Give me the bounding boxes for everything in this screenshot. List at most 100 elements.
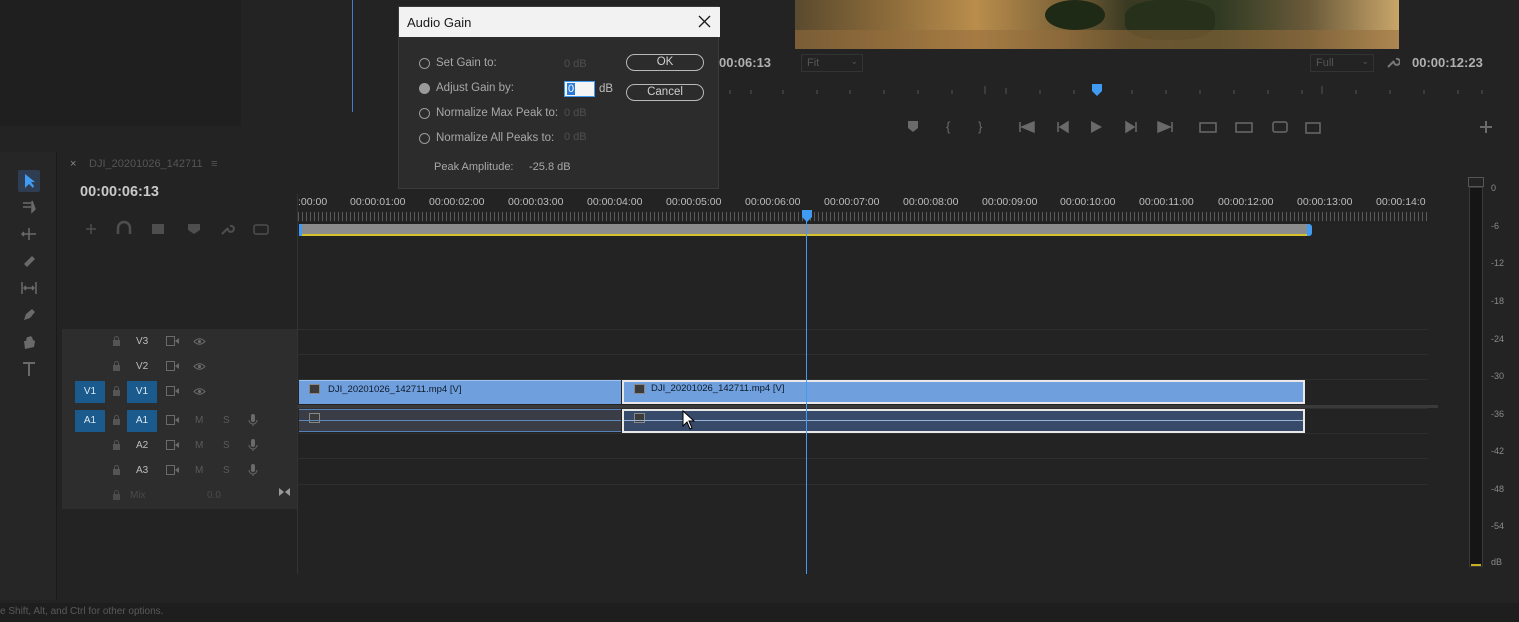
add-marker-icon[interactable] bbox=[187, 220, 201, 238]
sync-lock-icon[interactable] bbox=[166, 336, 179, 346]
video-audio-divider[interactable] bbox=[298, 405, 1438, 408]
ruler-label: 00:00:02:00 bbox=[429, 196, 485, 208]
lock-icon[interactable] bbox=[112, 465, 121, 475]
add-button[interactable] bbox=[1478, 117, 1494, 137]
adjust-gain-input[interactable]: 0 bbox=[564, 81, 595, 97]
lock-icon[interactable] bbox=[112, 440, 121, 450]
timeline-left-border bbox=[297, 194, 298, 574]
solo-button[interactable]: S bbox=[223, 415, 230, 426]
track-select-tool-icon[interactable] bbox=[20, 198, 38, 216]
adjust-gain-label: Adjust Gain by: bbox=[436, 82, 514, 94]
close-icon[interactable] bbox=[698, 15, 711, 28]
normalize-all-peaks-value[interactable]: 0 dB bbox=[564, 131, 587, 143]
quality-dropdown[interactable]: Full ⌄ bbox=[1310, 54, 1374, 72]
type-tool-icon[interactable] bbox=[20, 360, 38, 378]
audio-meter-panel bbox=[1457, 152, 1519, 600]
source-patch-v1[interactable]: V1 bbox=[75, 381, 105, 403]
solo-button[interactable]: S bbox=[223, 465, 230, 476]
mix-value[interactable]: 0.0 bbox=[207, 490, 221, 501]
timeline-current-time[interactable]: 00:00:06:13 bbox=[80, 184, 159, 200]
lock-icon[interactable] bbox=[112, 386, 121, 396]
program-playhead-icon[interactable] bbox=[1091, 83, 1103, 97]
eye-icon[interactable] bbox=[193, 362, 206, 371]
mute-button[interactable]: M bbox=[195, 465, 203, 476]
work-area-in-handle[interactable] bbox=[299, 224, 302, 236]
fit-dropdown[interactable]: Fit ⌄ bbox=[801, 54, 863, 72]
chevron-down-icon: ⌄ bbox=[1361, 56, 1369, 66]
sync-lock-icon[interactable] bbox=[166, 361, 179, 371]
cancel-button[interactable]: Cancel bbox=[626, 84, 704, 101]
meter-label: 0 bbox=[1491, 183, 1497, 193]
razor-tool-icon[interactable] bbox=[20, 252, 38, 270]
track-target-v1[interactable]: V1 bbox=[127, 381, 157, 403]
mark-in-button[interactable] bbox=[945, 117, 961, 137]
audio-clip[interactable] bbox=[299, 409, 621, 432]
adjust-gain-unit: dB bbox=[599, 83, 614, 95]
timeline-playhead-icon[interactable] bbox=[801, 209, 813, 223]
microphone-icon[interactable] bbox=[248, 438, 258, 452]
track-row-a3 bbox=[298, 458, 1428, 485]
volume-line bbox=[299, 420, 621, 421]
pen-tool-icon[interactable] bbox=[20, 306, 38, 324]
set-gain-radio[interactable] bbox=[419, 58, 430, 69]
lock-icon[interactable] bbox=[112, 336, 121, 346]
work-area-bar[interactable] bbox=[300, 224, 1308, 236]
fx-badge-icon bbox=[634, 384, 645, 394]
mute-button[interactable]: M bbox=[195, 415, 203, 426]
video-clip[interactable]: DJI_20201026_142711.mp4 [V] bbox=[299, 380, 621, 404]
status-bar bbox=[0, 603, 1519, 622]
lock-icon[interactable] bbox=[112, 415, 121, 425]
meter-label: dB bbox=[1491, 557, 1503, 567]
wrench-icon[interactable] bbox=[221, 220, 235, 238]
go-to-end-icon[interactable] bbox=[278, 487, 291, 497]
fx-badge-icon bbox=[309, 384, 320, 394]
meter-label: -48 bbox=[1491, 484, 1505, 494]
ripple-edit-tool-icon[interactable] bbox=[20, 225, 38, 243]
microphone-icon[interactable] bbox=[248, 413, 258, 427]
eye-icon[interactable] bbox=[193, 387, 206, 396]
timeline-close-icon[interactable]: × bbox=[70, 158, 76, 170]
play-button[interactable] bbox=[1088, 117, 1104, 137]
timeline-ruler[interactable]: :00:00 00:00:01:00 00:00:02:00 00:00:03:… bbox=[298, 194, 1428, 240]
program-scrubber[interactable] bbox=[720, 82, 1490, 100]
mute-button[interactable]: M bbox=[195, 440, 203, 451]
lock-icon[interactable] bbox=[112, 490, 121, 500]
wrench-icon[interactable] bbox=[1386, 55, 1400, 69]
set-gain-value[interactable]: 0 dB bbox=[564, 58, 587, 70]
track-label-a3: A3 bbox=[136, 465, 149, 476]
meter-label: -18 bbox=[1491, 296, 1505, 306]
source-patch-a1[interactable]: A1 bbox=[75, 410, 105, 432]
sync-lock-icon[interactable] bbox=[166, 415, 179, 425]
hand-tool-icon[interactable] bbox=[20, 333, 38, 351]
sync-lock-icon[interactable] bbox=[166, 465, 179, 475]
track-label-v3: V3 bbox=[136, 336, 149, 347]
normalize-max-peak-radio[interactable] bbox=[419, 108, 430, 119]
track-target-a1[interactable]: A1 bbox=[127, 410, 157, 432]
timeline-sequence-tab[interactable]: DJI_20201026_142711 bbox=[89, 158, 203, 170]
solo-button[interactable]: S bbox=[223, 440, 230, 451]
audio-clip-selected[interactable] bbox=[622, 409, 1305, 433]
volume-line bbox=[624, 420, 1303, 421]
normalize-all-peaks-radio[interactable] bbox=[419, 133, 430, 144]
selection-tool-icon[interactable] bbox=[18, 170, 40, 192]
slip-tool-icon[interactable] bbox=[20, 279, 38, 297]
ok-button[interactable]: OK bbox=[626, 54, 704, 71]
sync-lock-icon[interactable] bbox=[166, 440, 179, 450]
work-area-out-handle[interactable] bbox=[1307, 224, 1312, 236]
program-monitor-video-frame bbox=[795, 0, 1399, 49]
snap-icon[interactable] bbox=[116, 220, 132, 238]
track-label-v2: V2 bbox=[136, 361, 149, 372]
video-clip-label: DJI_20201026_142711.mp4 [V] bbox=[328, 384, 462, 395]
audio-meter-solo-buttons[interactable] bbox=[1468, 177, 1484, 187]
panel-menu-icon[interactable]: ≡ bbox=[211, 158, 217, 170]
microphone-icon[interactable] bbox=[248, 463, 258, 477]
ruler-label: 00:00:05:00 bbox=[666, 196, 722, 208]
normalize-max-peak-value[interactable]: 0 dB bbox=[564, 107, 587, 119]
sync-lock-icon[interactable] bbox=[166, 386, 179, 396]
adjust-gain-radio[interactable] bbox=[419, 83, 430, 94]
eye-icon[interactable] bbox=[193, 337, 206, 346]
ruler-label: 00:00:03:00 bbox=[508, 196, 564, 208]
meter-label: -42 bbox=[1491, 446, 1505, 456]
lock-icon[interactable] bbox=[112, 361, 121, 371]
video-clip-selected[interactable]: DJI_20201026_142711.mp4 [V] bbox=[622, 380, 1305, 404]
